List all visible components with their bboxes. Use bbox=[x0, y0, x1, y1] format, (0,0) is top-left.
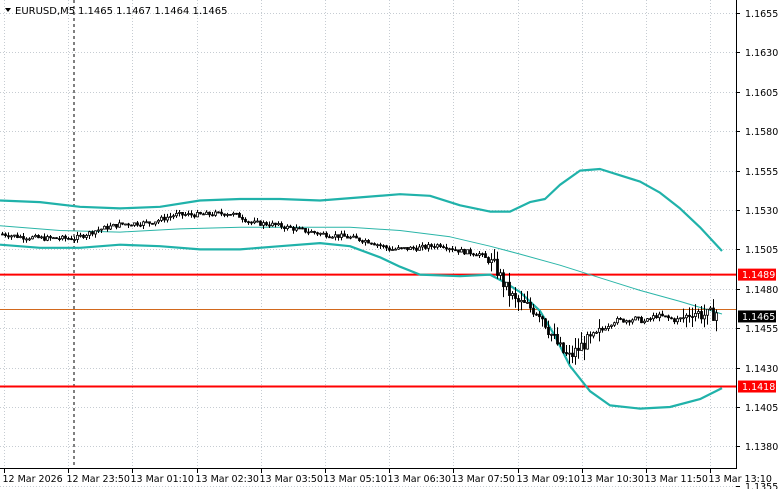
price-tick-label: 1.1530 bbox=[745, 206, 778, 217]
candle bbox=[124, 223, 127, 226]
candle bbox=[112, 223, 115, 227]
candle bbox=[229, 213, 232, 216]
ohlc-values: 1.1465 1.1467 1.1464 1.1465 bbox=[78, 6, 228, 17]
price-chart[interactable]: 1.1655 1.1630 1.1605 1.1580 1.1555 1.1530 1.15… bbox=[0, 0, 781, 489]
candle bbox=[544, 318, 547, 330]
candle bbox=[130, 224, 133, 227]
candle bbox=[199, 211, 202, 215]
candle bbox=[664, 315, 667, 318]
time-tick-label: 13 Mar 13:10 bbox=[709, 474, 772, 485]
time-tick-label: 13 Mar 01:10 bbox=[131, 474, 194, 485]
price-tick-label: 1.1380 bbox=[745, 442, 778, 453]
chart-header: EURUSD,M5 1.1465 1.1467 1.1464 1.1465 bbox=[5, 6, 228, 17]
candle bbox=[463, 248, 466, 255]
price-tick-label: 1.1580 bbox=[745, 127, 778, 138]
candle bbox=[634, 316, 637, 321]
candle bbox=[55, 237, 58, 240]
candle bbox=[466, 249, 469, 255]
price-tick-label: 1.1430 bbox=[745, 364, 778, 375]
price-tick-label: 1.1505 bbox=[745, 245, 778, 256]
candle bbox=[235, 212, 238, 215]
price-tick-label: 1.1655 bbox=[745, 9, 778, 20]
time-tick-label: 13 Mar 09:10 bbox=[517, 474, 580, 485]
time-tick-label: 12 Mar 23:50 bbox=[67, 474, 130, 485]
price-tick-label: 1.1630 bbox=[745, 48, 778, 59]
candle bbox=[259, 220, 262, 226]
candle bbox=[646, 318, 649, 322]
time-tick-label: 13 Mar 10:30 bbox=[581, 474, 644, 485]
time-tick-label: 13 Mar 06:30 bbox=[388, 474, 451, 485]
candle bbox=[562, 342, 565, 354]
candle bbox=[217, 211, 220, 214]
time-tick-label: 13 Mar 05:10 bbox=[324, 474, 387, 485]
level-price-tag-label: 1.1489 bbox=[742, 270, 775, 281]
candle bbox=[586, 331, 589, 350]
price-tick-label: 1.1480 bbox=[745, 285, 778, 296]
price-tick-label: 1.1405 bbox=[745, 403, 778, 414]
time-tick-label: 13 Mar 11:50 bbox=[645, 474, 708, 485]
current-price-tag-label: 1.1465 bbox=[742, 312, 775, 323]
price-tick-label: 1.1455 bbox=[745, 324, 778, 335]
candle bbox=[151, 222, 154, 225]
time-tick-label: 12 Mar 2026 bbox=[3, 474, 63, 485]
price-tick-label: 1.1555 bbox=[745, 167, 778, 178]
time-tick-label: 13 Mar 03:50 bbox=[260, 474, 323, 485]
level-price-tag-label: 1.1418 bbox=[742, 382, 775, 393]
candle bbox=[622, 318, 625, 323]
candle bbox=[52, 237, 55, 240]
time-tick-label: 13 Mar 07:50 bbox=[452, 474, 515, 485]
symbol-label: EURUSD,M5 bbox=[15, 6, 75, 17]
time-tick-label: 13 Mar 02:30 bbox=[196, 474, 259, 485]
price-tick-label: 1.1605 bbox=[745, 88, 778, 99]
